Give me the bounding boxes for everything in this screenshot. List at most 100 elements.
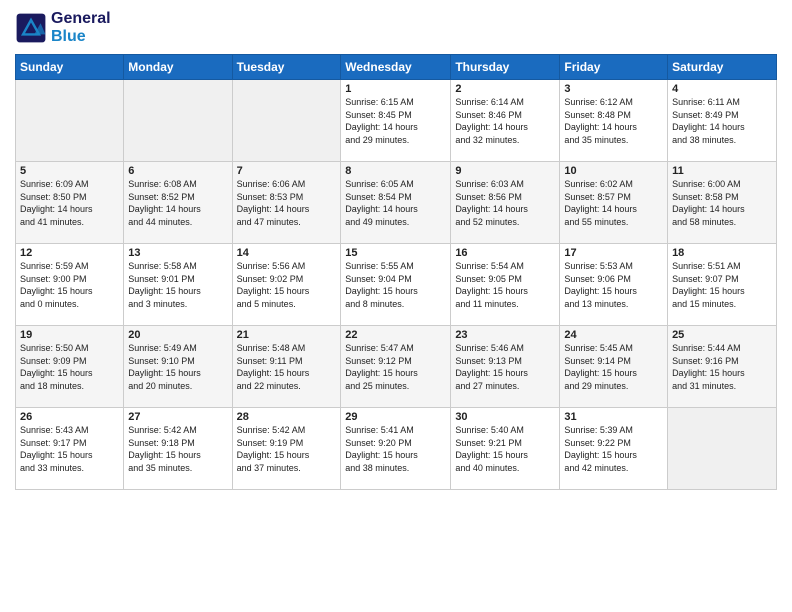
- day-info: Sunrise: 5:44 AM Sunset: 9:16 PM Dayligh…: [672, 342, 772, 392]
- calendar-cell: [232, 80, 341, 162]
- day-info: Sunrise: 6:14 AM Sunset: 8:46 PM Dayligh…: [455, 96, 555, 146]
- day-info: Sunrise: 6:12 AM Sunset: 8:48 PM Dayligh…: [564, 96, 663, 146]
- calendar-cell: 17Sunrise: 5:53 AM Sunset: 9:06 PM Dayli…: [560, 244, 668, 326]
- calendar-cell: 20Sunrise: 5:49 AM Sunset: 9:10 PM Dayli…: [124, 326, 232, 408]
- day-info: Sunrise: 5:53 AM Sunset: 9:06 PM Dayligh…: [564, 260, 663, 310]
- day-info: Sunrise: 6:11 AM Sunset: 8:49 PM Dayligh…: [672, 96, 772, 146]
- day-number: 24: [564, 329, 663, 341]
- day-info: Sunrise: 5:41 AM Sunset: 9:20 PM Dayligh…: [345, 424, 446, 474]
- calendar-cell: 22Sunrise: 5:47 AM Sunset: 9:12 PM Dayli…: [341, 326, 451, 408]
- calendar-cell: 4Sunrise: 6:11 AM Sunset: 8:49 PM Daylig…: [668, 80, 777, 162]
- calendar-cell: 13Sunrise: 5:58 AM Sunset: 9:01 PM Dayli…: [124, 244, 232, 326]
- day-number: 23: [455, 329, 555, 341]
- day-info: Sunrise: 5:47 AM Sunset: 9:12 PM Dayligh…: [345, 342, 446, 392]
- weekday-header-friday: Friday: [560, 55, 668, 80]
- day-info: Sunrise: 5:54 AM Sunset: 9:05 PM Dayligh…: [455, 260, 555, 310]
- calendar-cell: 25Sunrise: 5:44 AM Sunset: 9:16 PM Dayli…: [668, 326, 777, 408]
- day-number: 17: [564, 247, 663, 259]
- day-number: 20: [128, 329, 227, 341]
- day-info: Sunrise: 6:00 AM Sunset: 8:58 PM Dayligh…: [672, 178, 772, 228]
- page: General Blue SundayMondayTuesdayWednesda…: [0, 0, 792, 612]
- calendar-cell: 8Sunrise: 6:05 AM Sunset: 8:54 PM Daylig…: [341, 162, 451, 244]
- calendar-cell: 15Sunrise: 5:55 AM Sunset: 9:04 PM Dayli…: [341, 244, 451, 326]
- calendar-cell: 3Sunrise: 6:12 AM Sunset: 8:48 PM Daylig…: [560, 80, 668, 162]
- calendar-cell: 6Sunrise: 6:08 AM Sunset: 8:52 PM Daylig…: [124, 162, 232, 244]
- day-info: Sunrise: 6:03 AM Sunset: 8:56 PM Dayligh…: [455, 178, 555, 228]
- calendar-cell: 18Sunrise: 5:51 AM Sunset: 9:07 PM Dayli…: [668, 244, 777, 326]
- day-number: 4: [672, 83, 772, 95]
- weekday-header-thursday: Thursday: [451, 55, 560, 80]
- day-number: 1: [345, 83, 446, 95]
- week-row-1: 1Sunrise: 6:15 AM Sunset: 8:45 PM Daylig…: [16, 80, 777, 162]
- day-number: 15: [345, 247, 446, 259]
- day-info: Sunrise: 6:09 AM Sunset: 8:50 PM Dayligh…: [20, 178, 119, 228]
- day-number: 19: [20, 329, 119, 341]
- day-number: 8: [345, 165, 446, 177]
- calendar-cell: 23Sunrise: 5:46 AM Sunset: 9:13 PM Dayli…: [451, 326, 560, 408]
- day-number: 27: [128, 411, 227, 423]
- calendar-cell: 29Sunrise: 5:41 AM Sunset: 9:20 PM Dayli…: [341, 408, 451, 490]
- day-number: 5: [20, 165, 119, 177]
- day-number: 28: [237, 411, 337, 423]
- week-row-2: 5Sunrise: 6:09 AM Sunset: 8:50 PM Daylig…: [16, 162, 777, 244]
- weekday-header-wednesday: Wednesday: [341, 55, 451, 80]
- calendar-cell: 24Sunrise: 5:45 AM Sunset: 9:14 PM Dayli…: [560, 326, 668, 408]
- calendar-cell: [668, 408, 777, 490]
- day-info: Sunrise: 5:42 AM Sunset: 9:19 PM Dayligh…: [237, 424, 337, 474]
- day-info: Sunrise: 5:42 AM Sunset: 9:18 PM Dayligh…: [128, 424, 227, 474]
- day-info: Sunrise: 6:02 AM Sunset: 8:57 PM Dayligh…: [564, 178, 663, 228]
- day-number: 25: [672, 329, 772, 341]
- calendar-cell: 27Sunrise: 5:42 AM Sunset: 9:18 PM Dayli…: [124, 408, 232, 490]
- day-number: 30: [455, 411, 555, 423]
- day-number: 2: [455, 83, 555, 95]
- logo: General Blue: [15, 10, 111, 46]
- day-info: Sunrise: 5:45 AM Sunset: 9:14 PM Dayligh…: [564, 342, 663, 392]
- day-number: 26: [20, 411, 119, 423]
- day-info: Sunrise: 5:39 AM Sunset: 9:22 PM Dayligh…: [564, 424, 663, 474]
- calendar-cell: 7Sunrise: 6:06 AM Sunset: 8:53 PM Daylig…: [232, 162, 341, 244]
- logo-text: General Blue: [51, 10, 111, 46]
- calendar-cell: 28Sunrise: 5:42 AM Sunset: 9:19 PM Dayli…: [232, 408, 341, 490]
- calendar-cell: 10Sunrise: 6:02 AM Sunset: 8:57 PM Dayli…: [560, 162, 668, 244]
- calendar-cell: 30Sunrise: 5:40 AM Sunset: 9:21 PM Dayli…: [451, 408, 560, 490]
- day-number: 3: [564, 83, 663, 95]
- calendar-cell: [124, 80, 232, 162]
- calendar-cell: [16, 80, 124, 162]
- day-info: Sunrise: 5:43 AM Sunset: 9:17 PM Dayligh…: [20, 424, 119, 474]
- calendar-cell: 21Sunrise: 5:48 AM Sunset: 9:11 PM Dayli…: [232, 326, 341, 408]
- calendar-cell: 12Sunrise: 5:59 AM Sunset: 9:00 PM Dayli…: [16, 244, 124, 326]
- day-number: 13: [128, 247, 227, 259]
- day-info: Sunrise: 5:50 AM Sunset: 9:09 PM Dayligh…: [20, 342, 119, 392]
- day-number: 29: [345, 411, 446, 423]
- calendar-cell: 26Sunrise: 5:43 AM Sunset: 9:17 PM Dayli…: [16, 408, 124, 490]
- day-number: 21: [237, 329, 337, 341]
- day-number: 11: [672, 165, 772, 177]
- day-number: 14: [237, 247, 337, 259]
- day-number: 10: [564, 165, 663, 177]
- day-info: Sunrise: 5:55 AM Sunset: 9:04 PM Dayligh…: [345, 260, 446, 310]
- day-info: Sunrise: 5:51 AM Sunset: 9:07 PM Dayligh…: [672, 260, 772, 310]
- weekday-header-sunday: Sunday: [16, 55, 124, 80]
- day-number: 6: [128, 165, 227, 177]
- calendar-cell: 2Sunrise: 6:14 AM Sunset: 8:46 PM Daylig…: [451, 80, 560, 162]
- day-info: Sunrise: 5:49 AM Sunset: 9:10 PM Dayligh…: [128, 342, 227, 392]
- day-info: Sunrise: 5:56 AM Sunset: 9:02 PM Dayligh…: [237, 260, 337, 310]
- weekday-header-tuesday: Tuesday: [232, 55, 341, 80]
- day-number: 7: [237, 165, 337, 177]
- calendar-cell: 5Sunrise: 6:09 AM Sunset: 8:50 PM Daylig…: [16, 162, 124, 244]
- day-info: Sunrise: 6:05 AM Sunset: 8:54 PM Dayligh…: [345, 178, 446, 228]
- weekday-header-saturday: Saturday: [668, 55, 777, 80]
- calendar-cell: 9Sunrise: 6:03 AM Sunset: 8:56 PM Daylig…: [451, 162, 560, 244]
- day-info: Sunrise: 5:59 AM Sunset: 9:00 PM Dayligh…: [20, 260, 119, 310]
- day-number: 16: [455, 247, 555, 259]
- calendar-cell: 31Sunrise: 5:39 AM Sunset: 9:22 PM Dayli…: [560, 408, 668, 490]
- day-number: 12: [20, 247, 119, 259]
- calendar-cell: 16Sunrise: 5:54 AM Sunset: 9:05 PM Dayli…: [451, 244, 560, 326]
- logo-icon: [15, 12, 47, 44]
- calendar-cell: 19Sunrise: 5:50 AM Sunset: 9:09 PM Dayli…: [16, 326, 124, 408]
- week-row-3: 12Sunrise: 5:59 AM Sunset: 9:00 PM Dayli…: [16, 244, 777, 326]
- calendar-cell: 11Sunrise: 6:00 AM Sunset: 8:58 PM Dayli…: [668, 162, 777, 244]
- day-number: 18: [672, 247, 772, 259]
- day-info: Sunrise: 5:40 AM Sunset: 9:21 PM Dayligh…: [455, 424, 555, 474]
- day-info: Sunrise: 5:48 AM Sunset: 9:11 PM Dayligh…: [237, 342, 337, 392]
